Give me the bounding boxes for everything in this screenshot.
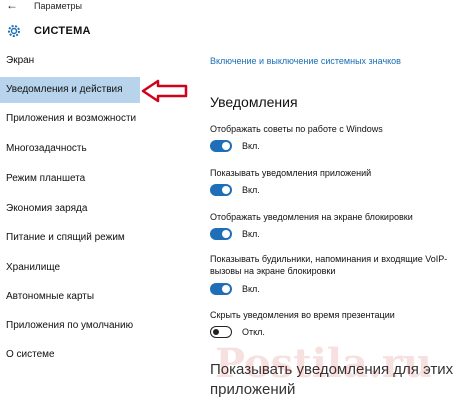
toggle-knob xyxy=(222,285,230,293)
toggle-state-lock-screen: Вкл. xyxy=(242,229,260,239)
toggle-state-tips: Вкл. xyxy=(242,141,260,151)
watermark: Postila.ru xyxy=(215,340,433,387)
setting-label-presentation: Скрыть уведомления во время презентации xyxy=(210,310,395,320)
sidebar-item-multitasking[interactable]: Многозадачность xyxy=(0,136,195,162)
toggle-tips[interactable] xyxy=(210,140,232,152)
setting-label-tips: Отображать советы по работе с Windows xyxy=(210,124,383,134)
sidebar-item-storage[interactable]: Хранилище xyxy=(0,255,195,281)
toggle-knob xyxy=(213,328,219,335)
sidebar-item-display[interactable]: Экран xyxy=(0,48,195,74)
toggle-app-notifications[interactable] xyxy=(210,184,232,196)
sidebar-item-notifications[interactable]: Уведомления и действия xyxy=(0,77,140,103)
setting-label-app-notifications: Показывать уведомления приложений xyxy=(210,168,372,178)
window-title: Параметры xyxy=(34,1,82,11)
toggle-knob xyxy=(222,186,230,194)
title-bar: ← Параметры xyxy=(0,0,460,14)
gear-icon xyxy=(8,25,20,37)
setting-label-lock-screen: Отображать уведомления на экране блокиро… xyxy=(210,212,413,222)
sidebar-item-power-sleep[interactable]: Питание и спящий режим xyxy=(0,225,195,251)
toggle-alarms-voip[interactable] xyxy=(210,283,232,295)
sidebar-item-default-apps[interactable]: Приложения по умолчанию xyxy=(0,313,195,339)
section-title: Уведомления xyxy=(210,94,298,110)
sidebar-item-battery-saver[interactable]: Экономия заряда xyxy=(0,196,195,222)
toggle-lock-screen[interactable] xyxy=(210,228,232,240)
page-header: СИСТЕМА xyxy=(0,14,195,48)
sidebar-item-apps-features[interactable]: Приложения и возможности xyxy=(0,106,195,132)
back-arrow-icon[interactable]: ← xyxy=(6,0,18,12)
toggle-presentation[interactable] xyxy=(210,326,232,338)
red-arrow-annotation xyxy=(141,79,188,103)
toggle-knob xyxy=(222,230,230,238)
sidebar-item-offline-maps[interactable]: Автономные карты xyxy=(0,284,195,310)
system-icons-link[interactable]: Включение и выключение системных значков xyxy=(210,56,401,66)
toggle-state-app-notifications: Вкл. xyxy=(242,185,260,195)
setting-label-alarms-voip: Показывать будильники, напоминания и вхо… xyxy=(210,254,448,276)
sidebar-item-tablet-mode[interactable]: Режим планшета xyxy=(0,166,195,192)
toggle-state-alarms-voip: Вкл. xyxy=(242,284,260,294)
sidebar-item-about[interactable]: О системе xyxy=(0,342,195,368)
page-title: СИСТЕМА xyxy=(34,25,91,37)
toggle-knob xyxy=(222,142,230,150)
toggle-state-presentation: Откл. xyxy=(242,327,265,337)
